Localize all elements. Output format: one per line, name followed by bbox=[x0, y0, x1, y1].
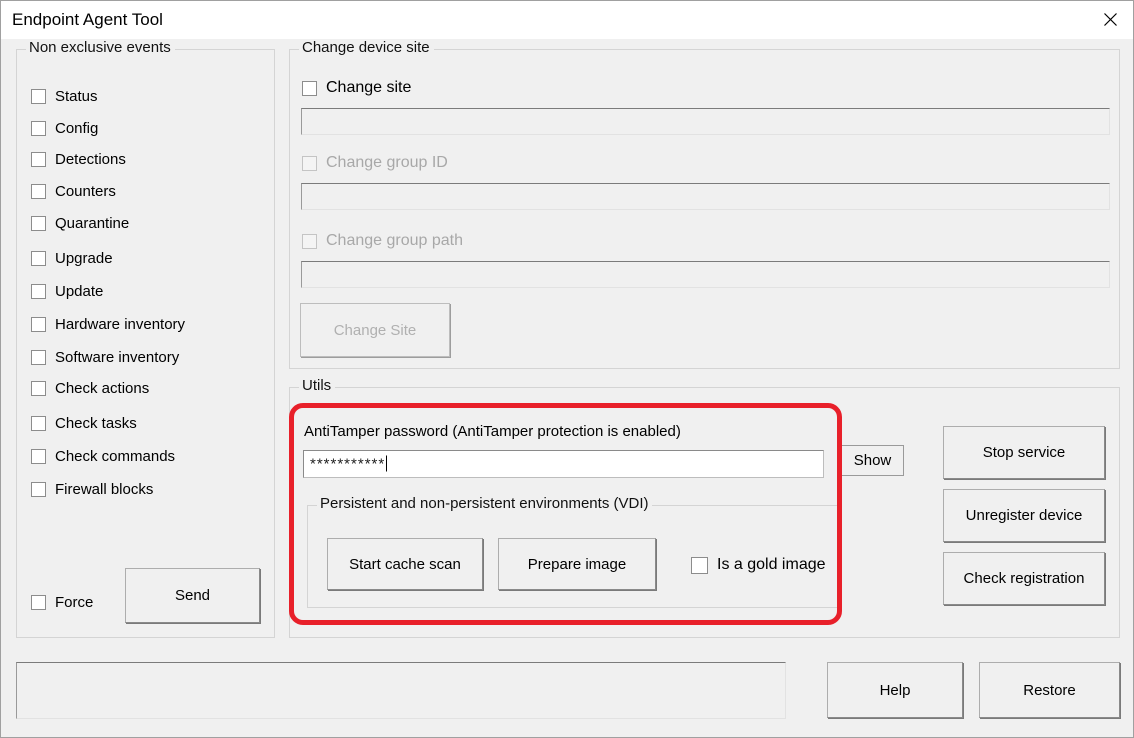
checkbox-quarantine[interactable]: Quarantine bbox=[31, 215, 129, 232]
checkbox-label: Is a gold image bbox=[717, 556, 826, 574]
group-path-input[interactable] bbox=[301, 261, 1110, 288]
change-device-site-group: Change device site Change site Change gr… bbox=[289, 49, 1120, 369]
checkbox-label: Quarantine bbox=[55, 215, 129, 232]
checkbox-firewall-blocks[interactable]: Firewall blocks bbox=[31, 481, 153, 498]
checkbox-label: Firewall blocks bbox=[55, 481, 153, 498]
checkbox-box[interactable] bbox=[31, 184, 46, 199]
checkbox-label: Upgrade bbox=[55, 250, 113, 267]
checkbox-label: Status bbox=[55, 88, 98, 105]
checkbox-label: Check commands bbox=[55, 448, 175, 465]
check-registration-button[interactable]: Check registration bbox=[943, 552, 1105, 605]
non-exclusive-events-title: Non exclusive events bbox=[26, 39, 175, 57]
help-button[interactable]: Help bbox=[827, 662, 963, 718]
checkbox-check-tasks[interactable]: Check tasks bbox=[31, 415, 137, 432]
antitamper-password-label: AntiTamper password (AntiTamper protecti… bbox=[304, 423, 681, 440]
checkbox-upgrade[interactable]: Upgrade bbox=[31, 250, 113, 267]
utils-title: Utils bbox=[299, 377, 335, 395]
checkbox-label: Detections bbox=[55, 151, 126, 168]
vdi-title: Persistent and non-persistent environmen… bbox=[317, 495, 652, 513]
start-cache-scan-button[interactable]: Start cache scan bbox=[327, 538, 483, 590]
checkbox-box[interactable] bbox=[31, 416, 46, 431]
change-site-button[interactable]: Change Site bbox=[300, 303, 450, 357]
show-password-button[interactable]: Show bbox=[841, 445, 904, 476]
non-exclusive-events-group: Non exclusive events Status Config Detec… bbox=[16, 49, 275, 638]
checkbox-box[interactable] bbox=[302, 81, 317, 96]
text-caret bbox=[386, 456, 387, 472]
checkbox-label: Hardware inventory bbox=[55, 316, 185, 333]
checkbox-software-inventory[interactable]: Software inventory bbox=[31, 349, 179, 366]
checkbox-check-actions[interactable]: Check actions bbox=[31, 380, 149, 397]
checkbox-box[interactable] bbox=[31, 381, 46, 396]
unregister-device-button[interactable]: Unregister device bbox=[943, 489, 1105, 542]
title-bar: Endpoint Agent Tool bbox=[1, 1, 1133, 40]
site-input[interactable] bbox=[301, 108, 1110, 135]
change-device-site-title: Change device site bbox=[299, 39, 434, 57]
endpoint-agent-tool-window: Endpoint Agent Tool Non exclusive events… bbox=[0, 0, 1134, 738]
status-output-field[interactable] bbox=[16, 662, 786, 719]
checkbox-box[interactable] bbox=[691, 557, 708, 574]
checkbox-config[interactable]: Config bbox=[31, 120, 98, 137]
checkbox-box[interactable] bbox=[31, 121, 46, 136]
checkbox-detections[interactable]: Detections bbox=[31, 151, 126, 168]
checkbox-box[interactable] bbox=[31, 216, 46, 231]
prepare-image-button[interactable]: Prepare image bbox=[498, 538, 656, 590]
send-button[interactable]: Send bbox=[125, 568, 260, 623]
stop-service-button[interactable]: Stop service bbox=[943, 426, 1105, 479]
checkbox-box[interactable] bbox=[31, 350, 46, 365]
checkbox-label: Counters bbox=[55, 183, 116, 200]
checkbox-is-a-gold-image[interactable]: Is a gold image bbox=[691, 556, 826, 574]
checkbox-label: Change group path bbox=[326, 232, 463, 250]
checkbox-box[interactable] bbox=[31, 284, 46, 299]
utils-group: Utils AntiTamper password (AntiTamper pr… bbox=[289, 387, 1120, 638]
window-title: Endpoint Agent Tool bbox=[12, 10, 163, 30]
checkbox-hardware-inventory[interactable]: Hardware inventory bbox=[31, 316, 185, 333]
restore-button[interactable]: Restore bbox=[979, 662, 1120, 718]
checkbox-update[interactable]: Update bbox=[31, 283, 103, 300]
checkbox-label: Check tasks bbox=[55, 415, 137, 432]
antitamper-password-value: *********** bbox=[310, 456, 385, 473]
checkbox-status[interactable]: Status bbox=[31, 88, 98, 105]
checkbox-box[interactable] bbox=[31, 595, 46, 610]
checkbox-counters[interactable]: Counters bbox=[31, 183, 116, 200]
checkbox-box[interactable] bbox=[31, 449, 46, 464]
checkbox-box[interactable] bbox=[302, 234, 317, 249]
checkbox-box[interactable] bbox=[31, 482, 46, 497]
checkbox-check-commands[interactable]: Check commands bbox=[31, 448, 175, 465]
antitamper-password-input[interactable]: *********** bbox=[303, 450, 824, 478]
checkbox-label: Check actions bbox=[55, 380, 149, 397]
checkbox-label: Change site bbox=[326, 79, 411, 97]
checkbox-box[interactable] bbox=[31, 152, 46, 167]
close-icon[interactable] bbox=[1087, 1, 1133, 38]
checkbox-force[interactable]: Force bbox=[31, 594, 93, 611]
checkbox-box[interactable] bbox=[31, 89, 46, 104]
checkbox-change-group-id[interactable]: Change group ID bbox=[302, 154, 448, 172]
checkbox-label: Update bbox=[55, 283, 103, 300]
checkbox-label: Force bbox=[55, 594, 93, 611]
vdi-group: Persistent and non-persistent environmen… bbox=[307, 505, 839, 608]
checkbox-change-group-path[interactable]: Change group path bbox=[302, 232, 463, 250]
checkbox-label: Software inventory bbox=[55, 349, 179, 366]
checkbox-change-site[interactable]: Change site bbox=[302, 79, 411, 97]
checkbox-box[interactable] bbox=[31, 317, 46, 332]
checkbox-label: Config bbox=[55, 120, 98, 137]
checkbox-box[interactable] bbox=[31, 251, 46, 266]
group-id-input[interactable] bbox=[301, 183, 1110, 210]
checkbox-label: Change group ID bbox=[326, 154, 448, 172]
checkbox-box[interactable] bbox=[302, 156, 317, 171]
